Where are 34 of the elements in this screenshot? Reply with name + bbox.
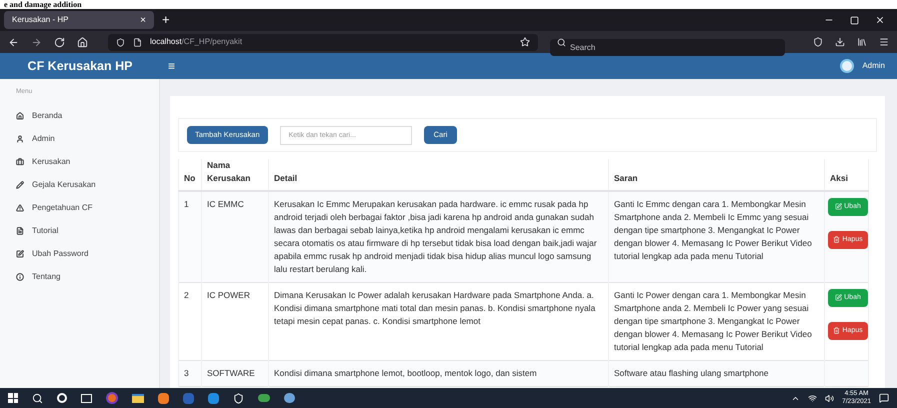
table-cell: 3: [184, 368, 189, 378]
new-tab-button[interactable]: +: [162, 10, 170, 30]
sidebar-item[interactable]: Ubah Password: [16, 242, 159, 266]
menu-toggle[interactable]: ≡: [168, 57, 176, 75]
column-header: Saran: [614, 172, 638, 183]
table-cell-text: Software atau flashing ulang smartphone: [614, 366, 770, 380]
table-cell: SOFTWARE: [207, 368, 255, 378]
sidebar-item[interactable]: Tutorial: [16, 220, 159, 243]
column-header: Aksi: [830, 172, 848, 183]
column-header: Detail: [274, 172, 298, 183]
table-cell: IC EMMC: [207, 198, 244, 208]
sidebar-item[interactable]: Beranda: [16, 104, 159, 128]
column-header: Nama Kerusakan: [207, 160, 250, 183]
browser-tab[interactable]: Kerusakan - HP ×: [4, 11, 154, 29]
document-heading: e and damage addition: [4, 0, 82, 9]
app-brand[interactable]: CF Kerusakan HP: [28, 56, 132, 76]
table-cell: 1: [184, 198, 189, 208]
sidebar-item[interactable]: Tentang: [16, 266, 159, 289]
address-bar[interactable]: localhost/CF_HP/penyakit: [108, 34, 538, 50]
sidebar-item[interactable]: Gejala Kerusakan: [16, 174, 159, 197]
column-header: No: [184, 172, 196, 183]
table-cell: IC POWER: [207, 290, 250, 300]
sidebar-item[interactable]: Admin: [16, 128, 159, 151]
browser-search-field[interactable]: Search: [550, 38, 785, 56]
table-cell-text: Ganti Ic Power dengan cara 1. Membongkar Mesin Smartphone anda 2. Membeli Ic Power yang sesuai dengan tipe smartphone 3. Mengangkat Ic Power dengan blower 4. Memasang Ic Power Berikut Video tutorial lengkap ada pada menu Tutorial: [614, 288, 813, 354]
table-cell-text: Kerusakan Ic Emmc Merupakan kerusakan pada hardware. ic emmc rusak pada hp android terjadi oleh berbagai faktor ,bisa jadi karena hp android anda gunakan sudah lawas dan berbagai sebab lainya,ketika hp android mengalami kerusakan ic emmc secara otomatis os atau firmware di hp tersebut tidak bisa load dengan baik,jadi wajar apabila emmc rusak hp android menjadi tidak bisa hidup alias muncul logo samsung lalu restart berulang kali.: [274, 198, 598, 276]
sidebar-item[interactable]: Pengetahuan CF: [16, 196, 159, 220]
table-cell-text: Ganti Ic Emmc dengan cara 1. Membongkar Mesin Smartphone anda 2. Membeli Ic Emmc yang sesuai dengan tipe smartphone 3. Mengangkat Ic Power dengan blower 4. Memasang Ic Power Berikut Video tutorial lengkap ada pada menu Tutorial: [614, 198, 813, 262]
url-text: localhost/CF_HP/penyakit: [150, 36, 242, 48]
table-cell: 2: [184, 290, 189, 300]
table-cell-text: Dimana Kerusakan Ic Power adalah kerusakan Hardware pada Smartphone Anda. a. Kondisi dimana smartphone mati total dan mesin panas. b. Kondisi smartphone nyala tetapi mesin cepat panas. c. Kondisi smartphone lemot: [274, 288, 596, 328]
table-cell-text: Kondisi dimana smartphone lemot, bootloop, mentok logo, dan sistem: [274, 366, 538, 380]
sidebar-item[interactable]: Kerusakan: [16, 150, 159, 174]
user-name[interactable]: Admin: [862, 60, 885, 72]
